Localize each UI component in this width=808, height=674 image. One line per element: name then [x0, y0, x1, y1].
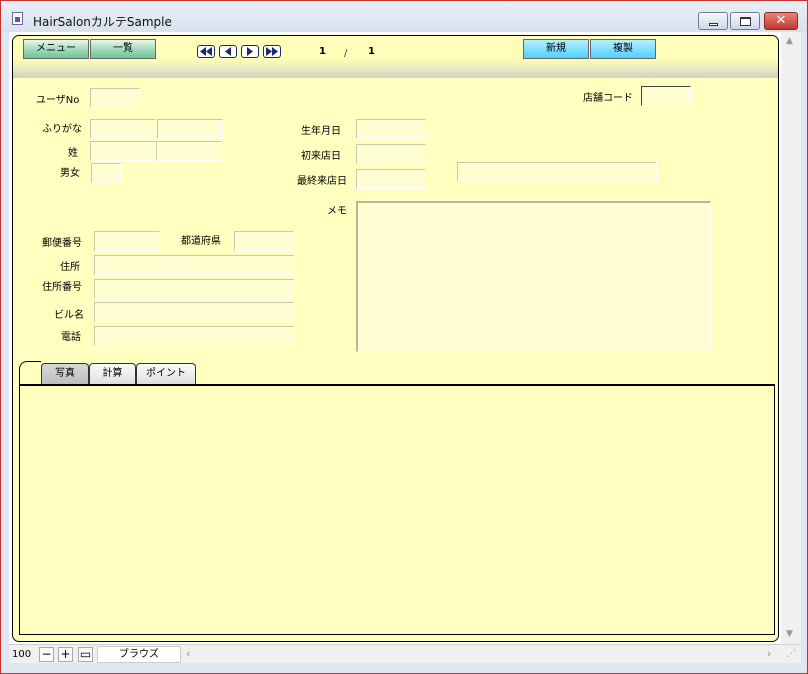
prefecture-field[interactable] — [234, 231, 294, 251]
building-label: ビル名 — [54, 310, 84, 321]
building-field[interactable] — [94, 302, 294, 322]
furigana-surname-field[interactable] — [90, 119, 156, 139]
document-icon — [12, 12, 23, 25]
tab-points[interactable]: ポイント — [136, 363, 196, 385]
furigana-label: ふりがな — [42, 124, 82, 135]
memo-field[interactable] — [356, 201, 711, 352]
scroll-down-icon[interactable]: ▼ — [786, 629, 793, 639]
gender-label: 男女 — [60, 168, 80, 179]
resize-grip-icon[interactable]: ⋰ — [787, 649, 799, 661]
window-icon: ▭ — [79, 647, 92, 661]
close-icon: ✕ — [775, 13, 787, 28]
tab-calculation[interactable]: 計算 — [89, 363, 136, 385]
status-bar: 100 − + ▭ ブラウズ ‹ › ⋰ — [9, 644, 801, 663]
minimize-button[interactable] — [698, 12, 728, 30]
title-bar[interactable]: HairSalonカルテSample ✕ — [1, 1, 807, 32]
menu-button[interactable]: メニュー — [23, 39, 89, 59]
birthdate-label: 生年月日 — [301, 126, 341, 137]
app-window: HairSalonカルテSample ✕ メニュー 一覧 1 / 1 新規 複製… — [0, 0, 808, 674]
phone-field[interactable] — [94, 326, 294, 346]
user-no-field[interactable] — [90, 88, 140, 108]
previous-record-button[interactable] — [219, 45, 237, 58]
vertical-scrollbar[interactable]: ▲ ▼ — [781, 32, 801, 647]
zoom-out-button[interactable]: − — [39, 647, 54, 662]
first-visit-label: 初来店日 — [301, 151, 341, 162]
address-label: 住所 — [60, 262, 80, 273]
minus-icon: − — [41, 647, 52, 661]
extra-info-field[interactable] — [457, 162, 657, 182]
form-layout: メニュー 一覧 1 / 1 新規 複製 ユーザNo ふりがな 姓 男女 生年月日… — [12, 35, 779, 642]
surname-field[interactable] — [90, 141, 156, 161]
last-visit-label: 最終来店日 — [297, 176, 347, 187]
postal-code-label: 郵便番号 — [42, 238, 82, 249]
minimize-icon — [709, 23, 718, 26]
previous-record-icon — [225, 47, 231, 56]
memo-label: メモ — [327, 206, 347, 217]
zoom-level[interactable]: 100 — [12, 647, 37, 662]
last-record-button[interactable] — [263, 45, 281, 58]
store-code-label: 店舗コード — [583, 93, 633, 104]
plus-icon: + — [60, 647, 71, 661]
scroll-left-icon[interactable]: ‹ — [186, 647, 190, 660]
user-no-label: ユーザNo — [36, 95, 80, 106]
prefecture-label: 都道府県 — [181, 236, 221, 247]
window-title: HairSalonカルテSample — [33, 15, 172, 29]
address-field[interactable] — [94, 255, 294, 275]
client-area: メニュー 一覧 1 / 1 新規 複製 ユーザNo ふりがな 姓 男女 生年月日… — [9, 32, 801, 663]
given-name-field[interactable] — [156, 141, 222, 161]
duplicate-record-button[interactable]: 複製 — [590, 39, 656, 59]
last-visit-field[interactable] — [356, 169, 426, 189]
tab-control-edge — [19, 361, 41, 385]
close-button[interactable]: ✕ — [764, 12, 798, 30]
zoom-in-button[interactable]: + — [58, 647, 73, 662]
maximize-icon — [740, 17, 751, 26]
total-record-count: 1 — [368, 46, 375, 57]
gender-field[interactable] — [91, 163, 121, 183]
list-button[interactable]: 一覧 — [90, 39, 156, 59]
address-number-field[interactable] — [94, 279, 294, 299]
new-record-button[interactable]: 新規 — [523, 39, 589, 59]
postal-code-field[interactable] — [94, 231, 160, 251]
current-record-number: 1 — [319, 46, 326, 57]
tab-panel — [19, 384, 775, 635]
last-record-icon — [266, 47, 278, 56]
phone-label: 電話 — [61, 332, 81, 343]
toolbar-toggle-button[interactable]: ▭ — [78, 647, 93, 662]
record-separator: / — [344, 48, 348, 59]
next-record-icon — [247, 47, 253, 56]
store-code-field[interactable] — [641, 86, 691, 106]
birthdate-field[interactable] — [356, 119, 426, 139]
first-record-button[interactable] — [197, 45, 215, 58]
scroll-right-icon[interactable]: › — [767, 647, 771, 660]
surname-label: 姓 — [68, 148, 78, 159]
furigana-given-field[interactable] — [157, 119, 223, 139]
scroll-up-icon[interactable]: ▲ — [786, 36, 793, 46]
first-visit-field[interactable] — [356, 144, 426, 164]
maximize-button[interactable] — [730, 12, 760, 30]
first-record-icon — [200, 47, 212, 56]
mode-selector[interactable]: ブラウズ — [97, 646, 181, 663]
next-record-button[interactable] — [241, 45, 259, 58]
address-number-label: 住所番号 — [42, 282, 82, 293]
tab-photo[interactable]: 写真 — [41, 363, 89, 385]
